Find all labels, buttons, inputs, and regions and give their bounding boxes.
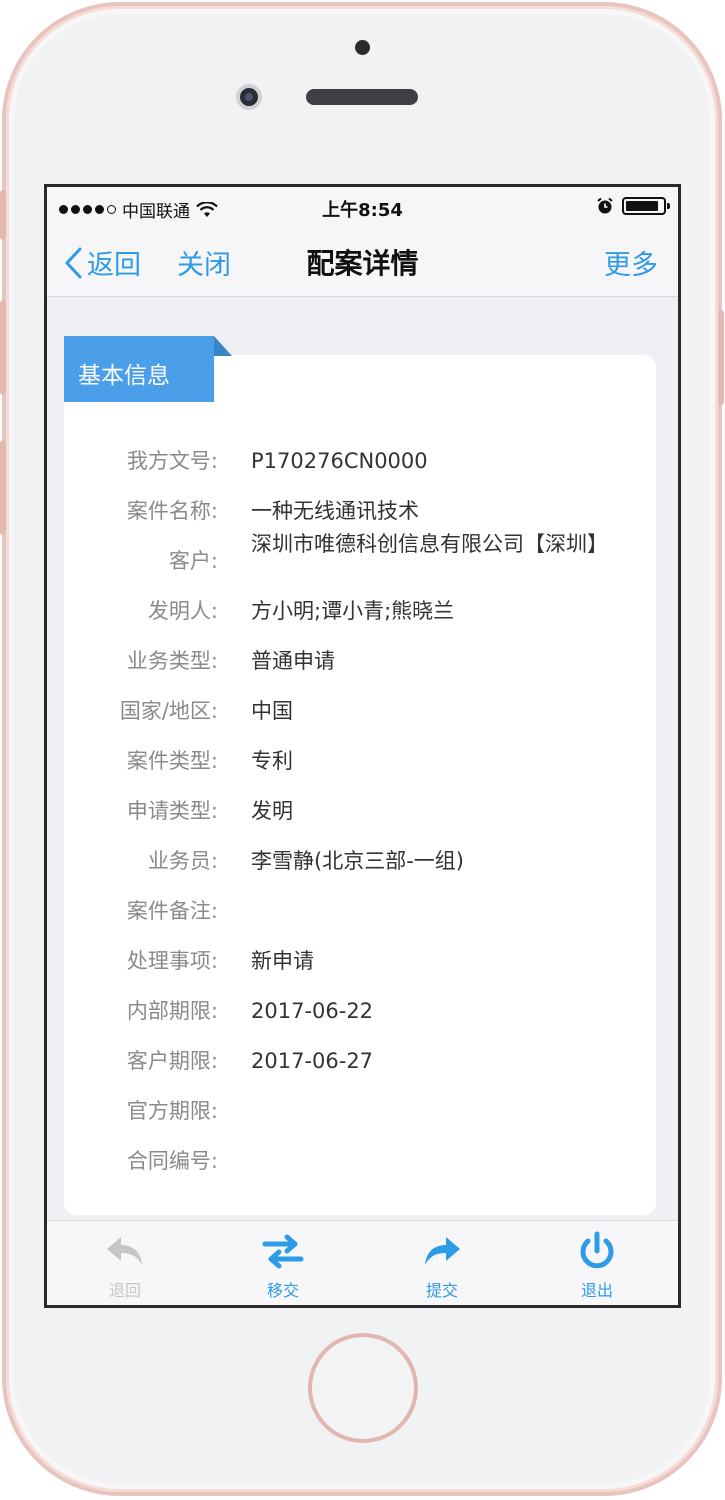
- section-title: 基本信息: [64, 336, 232, 402]
- field-row-business-type: 业务类型: 普通申请: [64, 648, 656, 698]
- field-value: 2017-06-27: [251, 1049, 374, 1073]
- status-time: 上午8:54: [322, 200, 403, 221]
- field-row-official-deadline: 官方期限:: [64, 1098, 656, 1148]
- field-label: 业务员:: [147, 849, 218, 873]
- field-value: 深圳市唯德科创信息有限公司【深圳】: [251, 532, 608, 556]
- field-value: 专利: [251, 749, 293, 773]
- field-value: [218, 1098, 608, 1148]
- field-value: 发明: [251, 799, 293, 823]
- submit-tab-button[interactable]: 提交: [402, 1229, 482, 1301]
- return-tab-label: 退回: [108, 1281, 141, 1300]
- power-icon: [580, 1231, 614, 1269]
- field-row-case-name: 案件名称: 一种无线通讯技术: [64, 498, 656, 531]
- field-row-contract-no: 合同编号:: [64, 1148, 656, 1198]
- swap-arrows-icon: [262, 1234, 304, 1269]
- field-label: 官方期限:: [126, 1099, 218, 1123]
- field-value: 方小明;谭小青;熊晓兰: [251, 599, 455, 623]
- field-value: 新申请: [251, 949, 314, 973]
- home-button[interactable]: [308, 1333, 418, 1443]
- exit-tab-label: 退出: [580, 1281, 613, 1300]
- status-bar: 中国联通 上午8:54: [47, 187, 678, 227]
- forward-arrow-icon: [425, 1237, 460, 1265]
- field-row-inventor: 发明人: 方小明;谭小青;熊晓兰: [64, 598, 656, 648]
- field-label: 案件备注:: [126, 899, 218, 923]
- field-row-handling-item: 处理事项: 新申请: [64, 948, 656, 998]
- battery-icon: [622, 197, 670, 215]
- field-label: 客户:: [168, 549, 218, 573]
- field-row-country: 国家/地区: 中国: [64, 698, 656, 748]
- field-label: 内部期限:: [126, 999, 218, 1023]
- field-value: 一种无线通讯技术: [251, 499, 419, 523]
- field-value: 2017-06-22: [251, 999, 374, 1023]
- field-label: 客户期限:: [126, 1049, 218, 1073]
- field-label: 案件类型:: [126, 749, 218, 773]
- field-label: 处理事项:: [126, 949, 218, 973]
- earpiece-speaker: [306, 89, 418, 105]
- field-label: 案件名称:: [126, 499, 218, 523]
- field-value: 中国: [251, 699, 293, 723]
- return-tab-button[interactable]: 退回: [85, 1229, 165, 1301]
- field-label: 合同编号:: [126, 1149, 218, 1173]
- transfer-tab-button[interactable]: 移交: [243, 1229, 323, 1301]
- bottom-toolbar: 退回 移交 提交 退出: [47, 1220, 678, 1305]
- reply-arrow-icon: [107, 1237, 142, 1265]
- mute-switch: [0, 190, 6, 240]
- more-button[interactable]: 更多: [604, 243, 658, 282]
- proximity-sensor: [355, 40, 370, 55]
- field-value: 普通申请: [251, 649, 335, 673]
- field-row-client: 客户: 深圳市唯德科创信息有限公司【深圳】: [64, 531, 656, 598]
- status-right: [596, 197, 670, 215]
- field-label: 国家/地区:: [119, 699, 218, 723]
- volume-up-button: [0, 300, 6, 395]
- field-value: 李雪静(北京三部-一组): [251, 849, 464, 873]
- field-row-application-type: 申请类型: 发明: [64, 798, 656, 848]
- field-list: 我方文号: P170276CN0000 案件名称: 一种无线通讯技术 客户: 深…: [64, 448, 656, 1198]
- power-button: [718, 310, 724, 405]
- field-value: [218, 898, 608, 948]
- field-label: 发明人:: [147, 599, 218, 623]
- transfer-tab-label: 移交: [266, 1281, 299, 1300]
- field-value: [218, 1148, 608, 1198]
- field-row-internal-deadline: 内部期限: 2017-06-22: [64, 998, 656, 1048]
- field-row-salesperson: 业务员: 李雪静(北京三部-一组): [64, 848, 656, 898]
- field-row-our-ref: 我方文号: P170276CN0000: [64, 448, 656, 498]
- field-row-case-type: 案件类型: 专利: [64, 748, 656, 798]
- field-label: 我方文号:: [126, 449, 218, 473]
- field-label: 申请类型:: [126, 799, 218, 823]
- alarm-icon: [597, 197, 613, 214]
- submit-tab-label: 提交: [425, 1281, 458, 1300]
- field-row-client-deadline: 客户期限: 2017-06-27: [64, 1048, 656, 1098]
- volume-down-button: [0, 440, 6, 535]
- front-camera: [236, 84, 262, 110]
- field-label: 业务类型:: [126, 649, 218, 673]
- page-title: 配案详情: [306, 247, 419, 280]
- field-value: P170276CN0000: [251, 449, 428, 473]
- navigation-bar: 返回 关闭 配案详情 更多: [47, 227, 678, 297]
- content-area[interactable]: 基本信息 我方文号: P170276CN0000 案件名称: 一种无线通讯技术 …: [47, 298, 678, 1220]
- exit-tab-button[interactable]: 退出: [557, 1229, 637, 1301]
- phone-screen: 中国联通 上午8:54 返回 关闭 配案详情 更多 基本信息 我方文号: P17…: [44, 184, 681, 1308]
- field-row-case-notes: 案件备注:: [64, 898, 656, 948]
